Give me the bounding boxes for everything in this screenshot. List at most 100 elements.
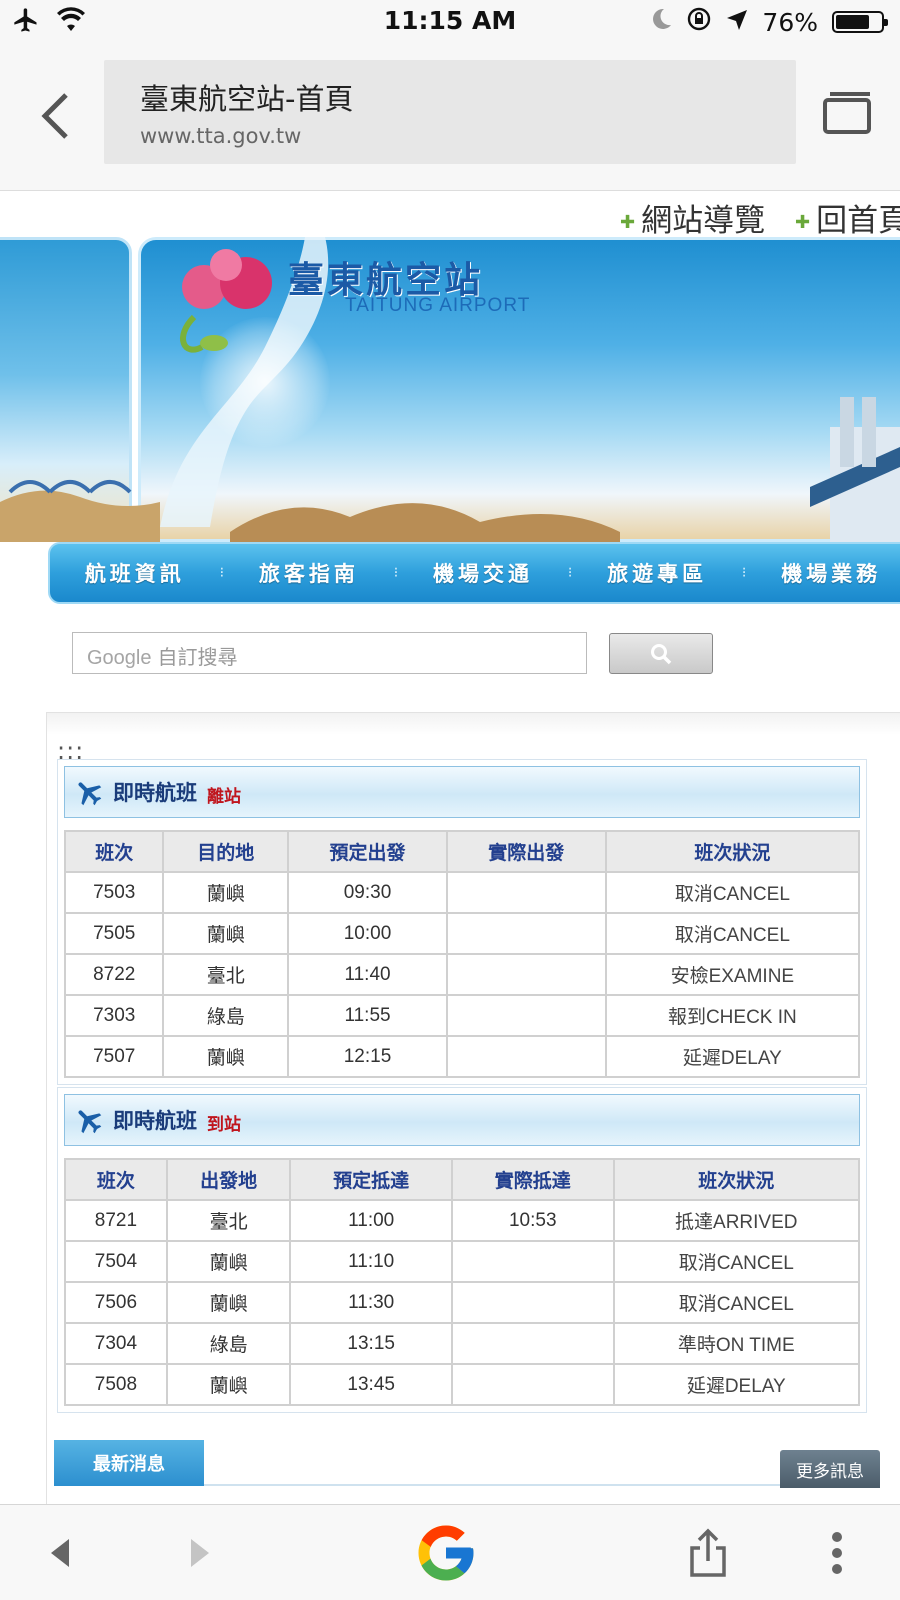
battery-fill bbox=[836, 15, 870, 29]
flight-number: 7507 bbox=[63, 1035, 165, 1078]
table-header-row: 班次 出發地 預定抵達 實際抵達 班次狀況 bbox=[64, 1158, 861, 1201]
site-name-english: TAITUNG AIRPORT bbox=[345, 295, 531, 316]
column-header: 出發地 bbox=[165, 1158, 292, 1201]
orchid-logo-icon bbox=[180, 249, 272, 353]
browser-toolbar bbox=[0, 1504, 900, 1600]
main-nav: 航班資訊 ⁝ 旅客指南 ⁝ 機場交通 ⁝ 旅遊專區 ⁝ 機場業務 bbox=[48, 542, 900, 604]
actual-time bbox=[445, 871, 607, 914]
terminal-building-graphic bbox=[810, 397, 900, 542]
actual-time bbox=[445, 994, 607, 1037]
actual-time bbox=[450, 1281, 615, 1324]
scheduled-time: 11:30 bbox=[289, 1281, 453, 1324]
tabs-switcher-button[interactable] bbox=[822, 90, 878, 140]
actual-time bbox=[450, 1363, 615, 1406]
search-button[interactable] bbox=[609, 633, 713, 674]
scheduled-time: 12:15 bbox=[287, 1035, 448, 1078]
departures-title: 即時航班 bbox=[113, 780, 197, 805]
scheduled-time: 13:15 bbox=[289, 1322, 453, 1365]
site-search: Google 自訂搜尋 bbox=[72, 632, 722, 676]
more-news-button[interactable]: 更多訊息 bbox=[780, 1450, 880, 1488]
browser-back-button[interactable] bbox=[30, 86, 80, 146]
actual-time bbox=[450, 1240, 615, 1283]
origin: 臺北 bbox=[165, 1199, 292, 1242]
flight-status: 取消CANCEL bbox=[604, 912, 861, 955]
flight-status: 延遲DELAY bbox=[604, 1035, 861, 1078]
top-links: ✚ 網站導覽 ✚ 回首頁 bbox=[0, 191, 900, 237]
departures-header: 即時航班 離站 bbox=[64, 766, 860, 818]
flight-number: 8721 bbox=[64, 1199, 168, 1242]
flight-number: 7503 bbox=[63, 871, 165, 914]
tabs-icon bbox=[823, 92, 871, 134]
flight-number: 7506 bbox=[64, 1281, 168, 1324]
airplane-icon bbox=[78, 782, 102, 806]
actual-time bbox=[450, 1322, 615, 1365]
destination: 蘭嶼 bbox=[162, 1035, 290, 1078]
scheduled-time: 10:00 bbox=[287, 912, 448, 955]
origin: 蘭嶼 bbox=[165, 1363, 292, 1406]
table-row: 7304 綠島 13:15 準時ON TIME bbox=[64, 1322, 861, 1365]
search-placeholder: 自訂搜尋 bbox=[157, 645, 238, 669]
flight-status: 準時ON TIME bbox=[612, 1322, 861, 1365]
google-button[interactable] bbox=[410, 1517, 482, 1589]
column-header: 班次狀況 bbox=[604, 830, 861, 873]
table-row: 8721 臺北 11:00 10:53 抵達ARRIVED bbox=[64, 1199, 861, 1242]
address-bar[interactable]: 臺東航空站-首頁 www.tta.gov.tw bbox=[104, 60, 796, 164]
google-g-icon bbox=[418, 1525, 474, 1581]
departures-panel: 即時航班 離站 班次 目的地 預定出發 實際出發 班次狀況 7503 蘭嶼 09… bbox=[57, 759, 867, 1085]
column-header: 班次狀況 bbox=[612, 1158, 861, 1201]
table-row: 7503 蘭嶼 09:30 取消CANCEL bbox=[63, 871, 861, 914]
table-row: 7303 綠島 11:55 報到CHECK IN bbox=[63, 994, 861, 1037]
more-options-button[interactable] bbox=[822, 1527, 852, 1579]
column-header: 預定抵達 bbox=[289, 1158, 453, 1201]
battery-icon bbox=[832, 11, 888, 33]
plus-bullet-icon: ✚ bbox=[620, 212, 636, 233]
arrivals-subtitle: 到站 bbox=[207, 1114, 241, 1135]
share-button[interactable] bbox=[684, 1523, 732, 1583]
nav-back-button[interactable] bbox=[40, 1531, 80, 1575]
flight-number: 7304 bbox=[64, 1322, 168, 1365]
nav-travel-zone[interactable]: 旅遊專區 bbox=[572, 558, 742, 588]
arrivals-title: 即時航班 bbox=[113, 1108, 197, 1133]
destination: 蘭嶼 bbox=[162, 912, 290, 955]
search-input[interactable]: Google 自訂搜尋 bbox=[72, 632, 587, 674]
nav-flight-info[interactable]: 航班資訊 bbox=[50, 558, 220, 588]
nav-airport-business[interactable]: 機場業務 bbox=[746, 558, 900, 588]
rotation-lock-icon bbox=[686, 6, 712, 38]
news-tab[interactable]: 最新消息 bbox=[54, 1440, 204, 1486]
table-row: 7504 蘭嶼 11:10 取消CANCEL bbox=[64, 1240, 861, 1283]
table-row: 7505 蘭嶼 10:00 取消CANCEL bbox=[63, 912, 861, 955]
nav-airport-transport[interactable]: 機場交通 bbox=[398, 558, 568, 588]
home-link[interactable]: ✚ 回首頁 bbox=[795, 195, 900, 237]
origin: 綠島 bbox=[165, 1322, 292, 1365]
google-brand: Google bbox=[87, 647, 152, 669]
plus-bullet-icon: ✚ bbox=[795, 212, 811, 233]
flight-number: 7504 bbox=[64, 1240, 168, 1283]
origin: 蘭嶼 bbox=[165, 1281, 292, 1324]
actual-time: 10:53 bbox=[450, 1199, 615, 1242]
flight-status: 安檢EXAMINE bbox=[604, 953, 861, 996]
flight-number: 8722 bbox=[63, 953, 165, 996]
column-header: 預定出發 bbox=[287, 830, 448, 873]
moon-icon bbox=[650, 7, 672, 37]
nav-passenger-guide[interactable]: 旅客指南 bbox=[224, 558, 394, 588]
scheduled-time: 11:10 bbox=[289, 1240, 453, 1283]
page-url: www.tta.gov.tw bbox=[140, 124, 302, 148]
battery-percent: 76% bbox=[762, 7, 818, 37]
flight-status: 延遲DELAY bbox=[612, 1363, 861, 1406]
column-header: 目的地 bbox=[162, 830, 290, 873]
departures-subtitle: 離站 bbox=[207, 786, 241, 807]
sitemap-link[interactable]: ✚ 網站導覽 bbox=[620, 195, 765, 237]
departures-table: 班次 目的地 預定出發 實際出發 班次狀況 7503 蘭嶼 09:30 取消CA… bbox=[63, 830, 861, 1078]
flight-status: 報到CHECK IN bbox=[604, 994, 861, 1037]
scheduled-time: 13:45 bbox=[289, 1363, 453, 1406]
site-banner: 臺東航空站 TAITUNG AIRPORT bbox=[0, 237, 900, 542]
share-icon bbox=[690, 1528, 726, 1577]
scheduled-time: 11:00 bbox=[289, 1199, 453, 1242]
table-row: 7506 蘭嶼 11:30 取消CANCEL bbox=[64, 1281, 861, 1324]
scheduled-time: 11:40 bbox=[287, 953, 448, 996]
destination: 蘭嶼 bbox=[162, 871, 290, 914]
flight-number: 7505 bbox=[63, 912, 165, 955]
location-arrow-icon bbox=[726, 8, 748, 37]
nav-forward-button[interactable] bbox=[180, 1531, 220, 1575]
search-icon bbox=[651, 643, 672, 664]
